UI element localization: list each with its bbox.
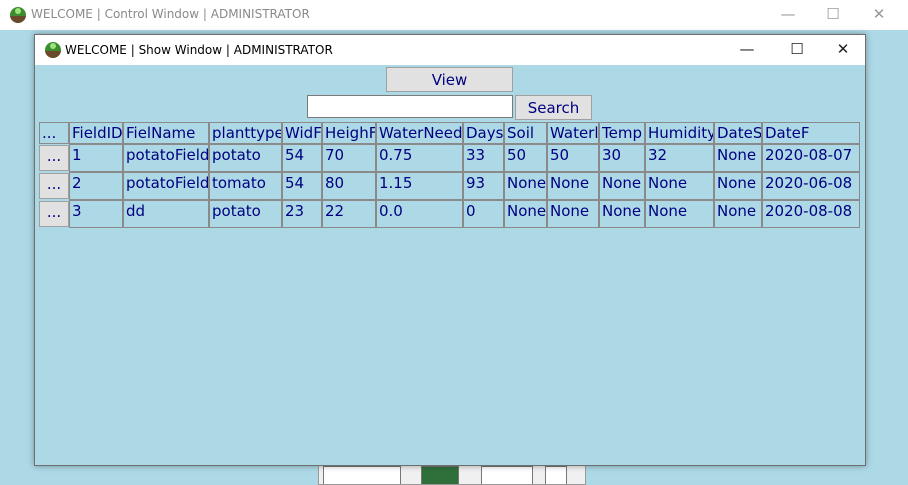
- column-header: ...: [39, 122, 69, 144]
- table-cell: potatoField: [123, 172, 209, 200]
- table-cell: 54: [282, 172, 322, 200]
- column-header: WaterNeed: [376, 122, 463, 144]
- table-cell: 70: [322, 144, 376, 172]
- table-cell: 2020-08-07: [762, 144, 860, 172]
- table-cell: None: [714, 172, 762, 200]
- column-header: FielName: [123, 122, 209, 144]
- column-header: Waterl: [547, 122, 599, 144]
- row-detail-button[interactable]: ...: [39, 201, 69, 227]
- table-cell: 0.0: [376, 200, 463, 228]
- table-cell: 0: [463, 200, 504, 228]
- show-window-title: WELCOME | Show Window | ADMINISTRATOR: [65, 43, 333, 57]
- table-cell: potatoField: [123, 144, 209, 172]
- table-cell: dd: [123, 200, 209, 228]
- table-cell: None: [547, 200, 599, 228]
- close-button[interactable]: ✕: [859, 0, 899, 30]
- table-cell: None: [547, 172, 599, 200]
- column-header: Days: [463, 122, 504, 144]
- column-header: FieldID: [69, 122, 123, 144]
- minimize-button[interactable]: —: [768, 0, 808, 30]
- table-cell: 22: [322, 200, 376, 228]
- table-cell: tomato: [209, 172, 282, 200]
- table-cell: 1.15: [376, 172, 463, 200]
- control-window-titlebar: WELCOME | Control Window | ADMINISTRATOR…: [0, 0, 908, 30]
- table-cell: 80: [322, 172, 376, 200]
- column-header: DateS: [714, 122, 762, 144]
- column-header: Temp: [599, 122, 645, 144]
- table-cell: 54: [282, 144, 322, 172]
- table-cell: None: [714, 144, 762, 172]
- table-cell: None: [599, 200, 645, 228]
- table-cell: 50: [547, 144, 599, 172]
- app-logo-icon: [45, 42, 61, 58]
- background-diagram-icon: [323, 466, 401, 484]
- table-cell: None: [504, 200, 547, 228]
- table-cell: potato: [209, 200, 282, 228]
- table-cell: 2: [69, 172, 123, 200]
- search-button[interactable]: Search: [515, 95, 592, 120]
- maximize-button[interactable]: ☐: [777, 35, 817, 65]
- table-cell: None: [645, 172, 714, 200]
- table-cell: 30: [599, 144, 645, 172]
- maximize-button[interactable]: ☐: [813, 0, 853, 30]
- table-cell: 50: [504, 144, 547, 172]
- table-cell: potato: [209, 144, 282, 172]
- background-widgets: [318, 463, 586, 485]
- table-cell: 1: [69, 144, 123, 172]
- table-cell: 93: [463, 172, 504, 200]
- show-window-titlebar: WELCOME | Show Window | ADMINISTRATOR — …: [35, 35, 865, 65]
- table-cell: None: [714, 200, 762, 228]
- column-header: DateF: [762, 122, 860, 144]
- column-header: planttype: [209, 122, 282, 144]
- table-cell: None: [645, 200, 714, 228]
- background-database-icon: [481, 466, 533, 484]
- search-input[interactable]: [307, 95, 513, 118]
- view-button[interactable]: View: [386, 67, 513, 92]
- close-button[interactable]: ✕: [823, 35, 863, 65]
- table-cell: None: [504, 172, 547, 200]
- background-board-icon: [421, 466, 459, 484]
- table-cell: 32: [645, 144, 714, 172]
- table-cell: 2020-06-08: [762, 172, 860, 200]
- control-window-title: WELCOME | Control Window | ADMINISTRATOR: [31, 7, 310, 21]
- table-cell: 2020-08-08: [762, 200, 860, 228]
- table-cell: None: [599, 172, 645, 200]
- column-header: WidF: [282, 122, 322, 144]
- table-cell: 23: [282, 200, 322, 228]
- row-detail-button[interactable]: ...: [39, 173, 69, 199]
- column-header: Soil: [504, 122, 547, 144]
- table-cell: 0.75: [376, 144, 463, 172]
- column-header: Humidity: [645, 122, 714, 144]
- table-cell: 3: [69, 200, 123, 228]
- column-header: HeighF: [322, 122, 376, 144]
- table-cell: 33: [463, 144, 504, 172]
- minimize-button[interactable]: —: [727, 35, 767, 65]
- show-window: WELCOME | Show Window | ADMINISTRATOR — …: [34, 34, 866, 466]
- row-detail-button[interactable]: ...: [39, 145, 69, 171]
- background-device-icon: [545, 466, 567, 484]
- app-logo-icon: [10, 7, 26, 23]
